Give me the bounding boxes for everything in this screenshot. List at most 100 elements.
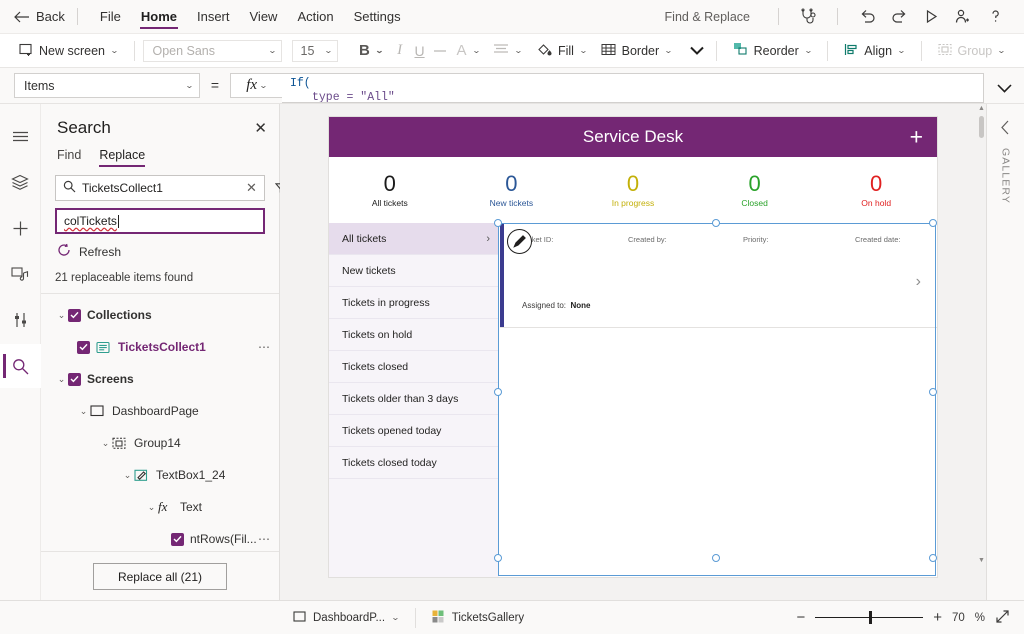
status-screen-select[interactable]: DashboardP... ⌄: [283, 611, 409, 625]
scroll-up-icon[interactable]: ▲: [978, 105, 985, 112]
group-button[interactable]: Group ⌄: [931, 40, 1012, 62]
variables-icon[interactable]: [0, 298, 41, 342]
nav-item-tickets-on-hold[interactable]: Tickets on hold: [329, 319, 499, 351]
chevron-down-icon[interactable]: ⌄: [55, 310, 68, 321]
tree-node-textbox1-24[interactable]: ⌄ TextBox1_24: [41, 459, 279, 491]
find-input[interactable]: [82, 181, 237, 195]
search-icon[interactable]: [0, 344, 41, 388]
fill-button[interactable]: Fill ⌄: [529, 39, 594, 63]
new-screen-button[interactable]: New screen ⌄: [12, 40, 125, 62]
resize-handle-br[interactable]: [929, 554, 937, 562]
menu-item-action[interactable]: Action: [287, 5, 343, 28]
help-icon[interactable]: [980, 3, 1010, 31]
chevron-left-icon[interactable]: [1000, 120, 1011, 138]
reorder-button[interactable]: Reorder ⌄: [726, 39, 819, 62]
checkbox-icon[interactable]: [171, 533, 184, 546]
status-control-select[interactable]: TicketsGallery: [422, 610, 534, 626]
tree-node-group14[interactable]: ⌄ Group14: [41, 427, 279, 459]
nav-item-tickets-older-3-days[interactable]: Tickets older than 3 days: [329, 383, 499, 415]
insert-icon[interactable]: [0, 206, 41, 250]
redo-icon[interactable]: [884, 3, 914, 31]
close-icon[interactable]: ✕: [254, 121, 267, 136]
menu-item-file[interactable]: File: [90, 5, 131, 28]
kpi-all-tickets[interactable]: 0 All tickets: [329, 172, 451, 208]
fit-screen-icon[interactable]: [995, 609, 1010, 627]
text-align-button[interactable]: ⌄: [486, 40, 529, 61]
tree-node-formula-match-1[interactable]: ntRows(Fil... ⋯: [41, 523, 279, 551]
hamburger-icon[interactable]: [0, 114, 41, 158]
font-color-button[interactable]: A ⌄: [450, 39, 487, 62]
play-icon[interactable]: [916, 3, 946, 31]
resize-handle-ml[interactable]: [494, 388, 502, 396]
replace-all-button[interactable]: Replace all (21): [93, 563, 227, 590]
zoom-in-button[interactable]: +: [933, 609, 942, 626]
menu-item-view[interactable]: View: [240, 5, 288, 28]
app-canvas[interactable]: Service Desk + 0 All tickets 0 New ticke…: [329, 117, 937, 577]
replace-input-wrapper[interactable]: colTickets: [55, 208, 265, 234]
align-button[interactable]: Align ⌄: [837, 40, 912, 62]
formula-expand-chevron-down-icon[interactable]: [984, 73, 1024, 103]
canvas-scroll-thumb[interactable]: [979, 116, 984, 138]
chevron-down-icon[interactable]: ⌄: [77, 406, 90, 417]
resize-handle-bm[interactable]: [712, 554, 720, 562]
find-replace-label[interactable]: Find & Replace: [651, 10, 764, 24]
zoom-slider[interactable]: [815, 611, 923, 625]
kpi-closed[interactable]: 0 Closed: [694, 172, 816, 208]
add-ticket-icon[interactable]: +: [910, 126, 923, 149]
scroll-down-icon[interactable]: ▼: [978, 557, 985, 564]
chevron-down-icon[interactable]: ⌄: [55, 374, 68, 385]
kpi-new-tickets[interactable]: 0 New tickets: [451, 172, 573, 208]
resize-handle-tr[interactable]: [929, 219, 937, 227]
checkbox-icon[interactable]: [77, 341, 90, 354]
more-options-icon[interactable]: ⋯: [258, 340, 271, 354]
gallery-item-template[interactable]: Ticket ID: Created by: Priority: Created…: [500, 223, 937, 328]
tickets-gallery[interactable]: Ticket ID: Created by: Priority: Created…: [499, 223, 937, 577]
more-options-chevron-down-icon[interactable]: [687, 39, 707, 63]
clear-icon[interactable]: ✕: [243, 180, 260, 196]
stethoscope-icon[interactable]: [793, 3, 823, 31]
nav-item-all-tickets[interactable]: All tickets ›: [329, 223, 499, 255]
property-select[interactable]: Items ⌄: [14, 73, 200, 98]
resize-handle-tl[interactable]: [494, 219, 502, 227]
refresh-button[interactable]: Refresh: [41, 234, 279, 260]
edit-pencil-icon[interactable]: [507, 229, 532, 254]
properties-panel-collapsed[interactable]: GALLERY: [986, 104, 1024, 600]
font-family-select[interactable]: Open Sans ⌄: [143, 40, 281, 62]
border-button[interactable]: Border ⌄: [594, 40, 679, 62]
italic-button[interactable]: I: [390, 39, 410, 63]
tab-find[interactable]: Find: [57, 148, 81, 167]
resize-handle-tm[interactable]: [712, 219, 720, 227]
resize-handle-mr[interactable]: [929, 388, 937, 396]
menu-item-home[interactable]: Home: [131, 5, 187, 28]
checkbox-icon[interactable]: [68, 309, 81, 322]
resize-handle-bl[interactable]: [494, 554, 502, 562]
canvas-scrollbar[interactable]: ▲ ▼: [977, 104, 986, 600]
nav-item-tickets-opened-today[interactable]: Tickets opened today: [329, 415, 499, 447]
tree-node-dashboardpage[interactable]: ⌄ DashboardPage: [41, 395, 279, 427]
font-size-select[interactable]: 15 ⌄: [292, 40, 339, 62]
share-user-icon[interactable]: [948, 3, 978, 31]
more-options-icon[interactable]: ⋯: [258, 532, 271, 546]
back-button[interactable]: Back: [14, 9, 65, 24]
checkbox-icon[interactable]: [68, 373, 81, 386]
chevron-right-icon[interactable]: ›: [916, 273, 921, 291]
tree-node-screens[interactable]: ⌄ Screens: [41, 363, 279, 395]
chevron-down-icon[interactable]: ⌄: [121, 470, 134, 481]
fx-button[interactable]: fx ⌄: [230, 73, 282, 98]
underline-button[interactable]: U: [410, 39, 430, 63]
bold-button[interactable]: B ⌄: [352, 39, 390, 62]
undo-icon[interactable]: [852, 3, 882, 31]
nav-item-tickets-closed-today[interactable]: Tickets closed today: [329, 447, 499, 479]
strikethrough-button[interactable]: [430, 39, 450, 63]
kpi-on-hold[interactable]: 0 On hold: [815, 172, 937, 208]
zoom-out-button[interactable]: −: [796, 609, 805, 626]
tree-node-collections[interactable]: ⌄ Collections: [41, 299, 279, 331]
find-input-wrapper[interactable]: ✕ ⌄: [55, 175, 265, 201]
formula-input[interactable]: If( type = "All": [282, 73, 984, 103]
chevron-down-icon[interactable]: ⌄: [99, 438, 112, 449]
menu-item-insert[interactable]: Insert: [187, 5, 240, 28]
data-icon[interactable]: [0, 160, 41, 204]
tree-node-ticketscollect1[interactable]: TicketsCollect1 ⋯: [41, 331, 279, 363]
menu-item-settings[interactable]: Settings: [344, 5, 411, 28]
nav-item-new-tickets[interactable]: New tickets: [329, 255, 499, 287]
